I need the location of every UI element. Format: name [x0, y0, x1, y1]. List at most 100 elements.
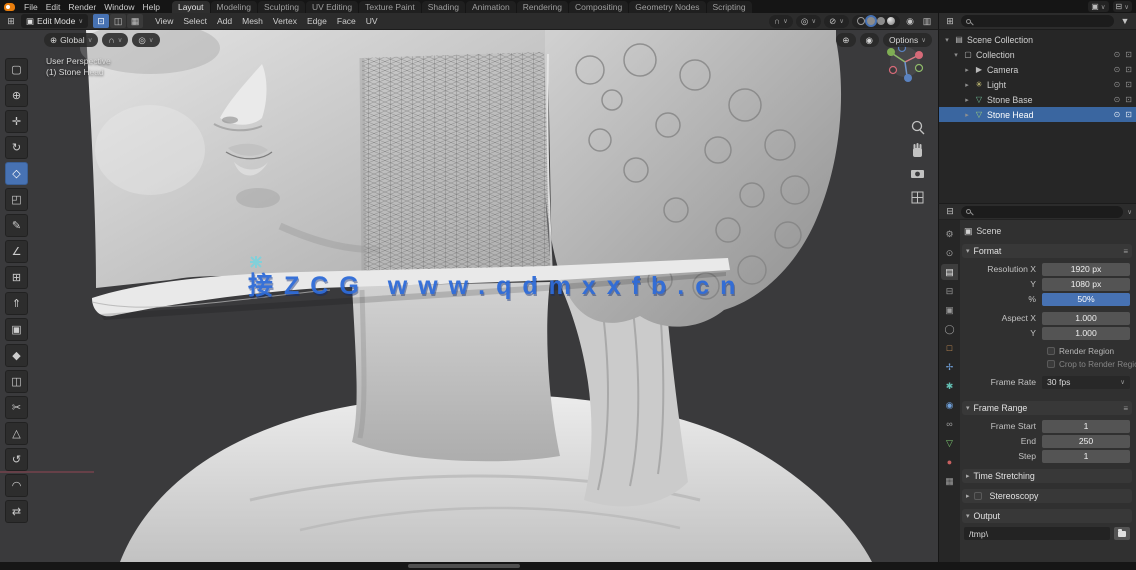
xray-toggle[interactable]: ▥ [920, 14, 934, 28]
menu-uv[interactable]: UV [361, 16, 383, 26]
properties-tab-object-data[interactable]: ▽ [941, 435, 958, 451]
resolution-percent-field[interactable]: 50% [1042, 292, 1130, 306]
tool-extrude-region[interactable]: ⇑ [5, 292, 28, 315]
outliner-row-stone-head[interactable]: ▸ ▽ Stone Head ⊙ ⊡ [939, 107, 1136, 122]
properties-tab-object[interactable]: □ [941, 340, 958, 356]
tab-geometry-nodes[interactable]: Geometry Nodes [629, 1, 706, 13]
properties-tab-particles[interactable]: ✱ [941, 378, 958, 394]
solid-shading-button[interactable] [867, 17, 875, 25]
properties-tab-material[interactable]: ● [941, 454, 958, 470]
tool-edge-slide[interactable]: ⇄ [5, 500, 28, 523]
output-path-field[interactable]: /tmp\ [964, 527, 1110, 540]
menu-edit[interactable]: Edit [42, 2, 65, 12]
edge-select-button[interactable]: ◫ [110, 14, 127, 28]
properties-tab-texture[interactable]: ▦ [941, 473, 958, 489]
material-preview-button[interactable] [877, 17, 885, 25]
outliner-row-collection[interactable]: ▾ ▢ Collection ⊙ ⊡ [939, 47, 1136, 62]
overlays-toggle[interactable]: ◉ [903, 14, 917, 28]
menu-select[interactable]: Select [178, 16, 212, 26]
tool-measure[interactable]: ∠ [5, 240, 28, 263]
tab-layout[interactable]: Layout [171, 1, 210, 13]
properties-tab-tool[interactable]: ⚙ [941, 226, 958, 242]
tool-knife[interactable]: ✂ [5, 396, 28, 419]
section-options-icon[interactable]: ≡ [1123, 404, 1128, 413]
tool-add-cube[interactable]: ⊞ [5, 266, 28, 289]
collapse-icon[interactable]: ▸ [963, 96, 971, 104]
rendered-shading-button[interactable] [887, 17, 895, 25]
tool-bevel[interactable]: ◆ [5, 344, 28, 367]
menu-view[interactable]: View [150, 16, 178, 26]
menu-window[interactable]: Window [100, 2, 138, 12]
collapse-icon[interactable]: ▸ [963, 111, 971, 119]
render-visibility-icon[interactable]: ⊡ [1125, 95, 1132, 104]
tool-smooth[interactable]: ◠ [5, 474, 28, 497]
tab-scripting[interactable]: Scripting [706, 1, 752, 13]
render-region-checkbox[interactable] [1047, 347, 1055, 355]
tool-rotate[interactable]: ↻ [5, 136, 28, 159]
aspect-y-field[interactable]: 1.000 [1042, 326, 1130, 340]
collapse-icon[interactable]: ▸ [963, 81, 971, 89]
scene-selector[interactable]: ▣ ∨ [1088, 1, 1109, 12]
crop-region-checkbox[interactable] [1047, 360, 1055, 368]
eye-icon[interactable]: ⊙ [1114, 110, 1121, 119]
tool-loop-cut[interactable]: ◫ [5, 370, 28, 393]
collapse-icon[interactable]: ▸ [963, 66, 971, 74]
stereoscopy-checkbox[interactable] [973, 492, 982, 500]
eye-icon[interactable]: ⊙ [1114, 50, 1121, 59]
frame-rate-dropdown[interactable]: 30 fps ∨ [1042, 375, 1130, 389]
menu-help[interactable]: Help [138, 2, 163, 12]
frame-end-field[interactable]: 250 [1042, 434, 1130, 448]
visibility-dropdown[interactable]: ⊘ ∨ [824, 14, 849, 28]
options-dropdown[interactable]: Options ∨ [882, 33, 932, 47]
tool-poly-build[interactable]: △ [5, 422, 28, 445]
transform-orientation-dropdown[interactable]: ⊕ Global ∨ [44, 33, 99, 47]
tool-cursor[interactable]: ⊕ [5, 84, 28, 107]
frame-step-field[interactable]: 1 [1042, 449, 1130, 463]
outliner-row-scene-collection[interactable]: ▾ ▤ Scene Collection [939, 32, 1136, 47]
frame-range-section-header[interactable]: ▾ Frame Range ≡ [962, 401, 1132, 415]
aspect-x-field[interactable]: 1.000 [1042, 311, 1130, 325]
menu-vertex[interactable]: Vertex [268, 16, 302, 26]
blender-logo-icon[interactable] [4, 2, 15, 11]
expand-icon[interactable]: ▾ [943, 36, 951, 44]
render-visibility-icon[interactable]: ⊡ [1125, 80, 1132, 89]
editor-type-button[interactable]: ⊞ [4, 14, 18, 28]
properties-tab-modifiers[interactable]: ✢ [941, 359, 958, 375]
proportional-settings-button[interactable]: ◎ ∨ [132, 33, 160, 47]
face-select-button[interactable]: ▦ [127, 14, 144, 28]
properties-editor-type-button[interactable]: ⊟ [943, 205, 957, 219]
eye-icon[interactable]: ⊙ [1114, 80, 1121, 89]
tab-uv-editing[interactable]: UV Editing [305, 1, 359, 13]
tool-select-box[interactable]: ▢ [5, 58, 28, 81]
tool-move[interactable]: ✛ [5, 110, 28, 133]
tool-transform[interactable]: ◰ [5, 188, 28, 211]
tab-sculpting[interactable]: Sculpting [258, 1, 305, 13]
tab-shading[interactable]: Shading [421, 1, 465, 13]
outliner-row-light[interactable]: ▸ ✳ Light ⊙ ⊡ [939, 77, 1136, 92]
render-visibility-icon[interactable]: ⊡ [1125, 110, 1132, 119]
eye-icon[interactable]: ⊙ [1114, 95, 1121, 104]
snapping-toggle[interactable]: ∩ ∨ [769, 14, 793, 28]
tab-compositing[interactable]: Compositing [569, 1, 629, 13]
vertex-select-button[interactable]: ⊡ [93, 14, 110, 28]
tab-texture-paint[interactable]: Texture Paint [359, 1, 421, 13]
tab-modeling[interactable]: Modeling [210, 1, 257, 13]
expand-icon[interactable]: ▾ [952, 51, 960, 59]
outliner-search-input[interactable] [961, 15, 1114, 27]
snap-settings-button[interactable]: ∩ ∨ [102, 33, 129, 47]
filter-icon[interactable]: ▼ [1118, 14, 1132, 28]
frame-start-field[interactable]: 1 [1042, 419, 1130, 433]
camera-view-icon[interactable] [911, 170, 924, 178]
properties-tab-output[interactable]: ▤ [941, 264, 958, 280]
menu-render[interactable]: Render [64, 2, 100, 12]
stereoscopy-section-header[interactable]: ▸ Stereoscopy [962, 489, 1132, 503]
proportional-edit-toggle[interactable]: ◎ ∨ [795, 14, 822, 28]
browse-folder-button[interactable] [1114, 527, 1130, 540]
properties-tab-view-layer[interactable]: ⊟ [941, 283, 958, 299]
gizmo-toggle[interactable]: ⊕ [836, 33, 856, 47]
view-layer-selector[interactable]: ⊟ ∨ [1112, 1, 1132, 12]
properties-tab-render[interactable]: ⊙ [941, 245, 958, 261]
tab-animation[interactable]: Animation [465, 1, 516, 13]
time-stretching-section-header[interactable]: ▸ Time Stretching [962, 469, 1132, 483]
scrollbar-thumb[interactable] [408, 564, 520, 568]
